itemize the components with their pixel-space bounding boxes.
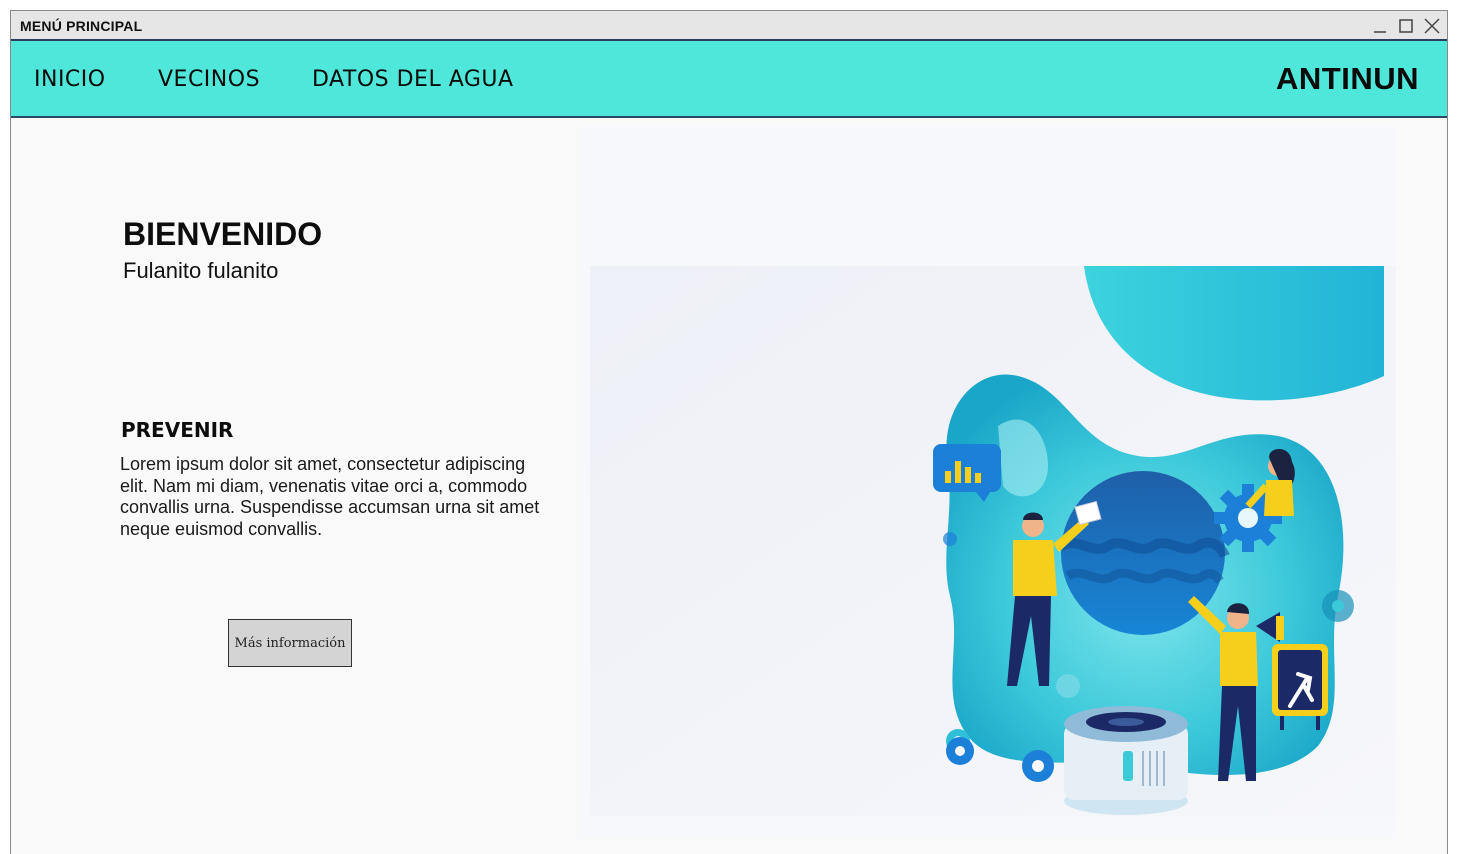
water-illustration: [578, 126, 1396, 838]
welcome-title: BIENVENIDO: [123, 216, 323, 252]
main-content: BIENVENIDO Fulanito fulanito PREVENIR Lo…: [11, 118, 1447, 854]
nav-item-vecinos[interactable]: VECINOS: [158, 67, 260, 92]
navbar: INICIO VECINOS DATOS DEL AGUA ANTINUN: [11, 41, 1447, 118]
window-title: MENÚ PRINCIPAL: [20, 18, 143, 34]
nav-item-inicio[interactable]: INICIO: [34, 67, 106, 92]
welcome-user-name: Fulanito fulanito: [123, 258, 279, 283]
section-title: PREVENIR: [121, 418, 234, 442]
section-body: Lorem ipsum dolor sit amet, consectetur …: [120, 454, 540, 539]
maximize-button[interactable]: [1393, 15, 1419, 37]
title-bar: MENÚ PRINCIPAL: [11, 11, 1447, 41]
close-button[interactable]: [1419, 15, 1445, 37]
brand-logo: ANTINUN: [1276, 61, 1419, 96]
window-controls: [1367, 15, 1445, 37]
nav-item-datos-del-agua[interactable]: DATOS DEL AGUA: [312, 67, 514, 92]
main-window: MENÚ PRINCIPAL INICIO VECINOS DATOS DEL …: [10, 10, 1448, 854]
maximize-icon: [1399, 19, 1413, 33]
more-info-button[interactable]: Más información: [228, 619, 352, 667]
close-icon: [1424, 18, 1440, 34]
minimize-button[interactable]: [1367, 15, 1393, 37]
minimize-icon: [1374, 31, 1386, 33]
